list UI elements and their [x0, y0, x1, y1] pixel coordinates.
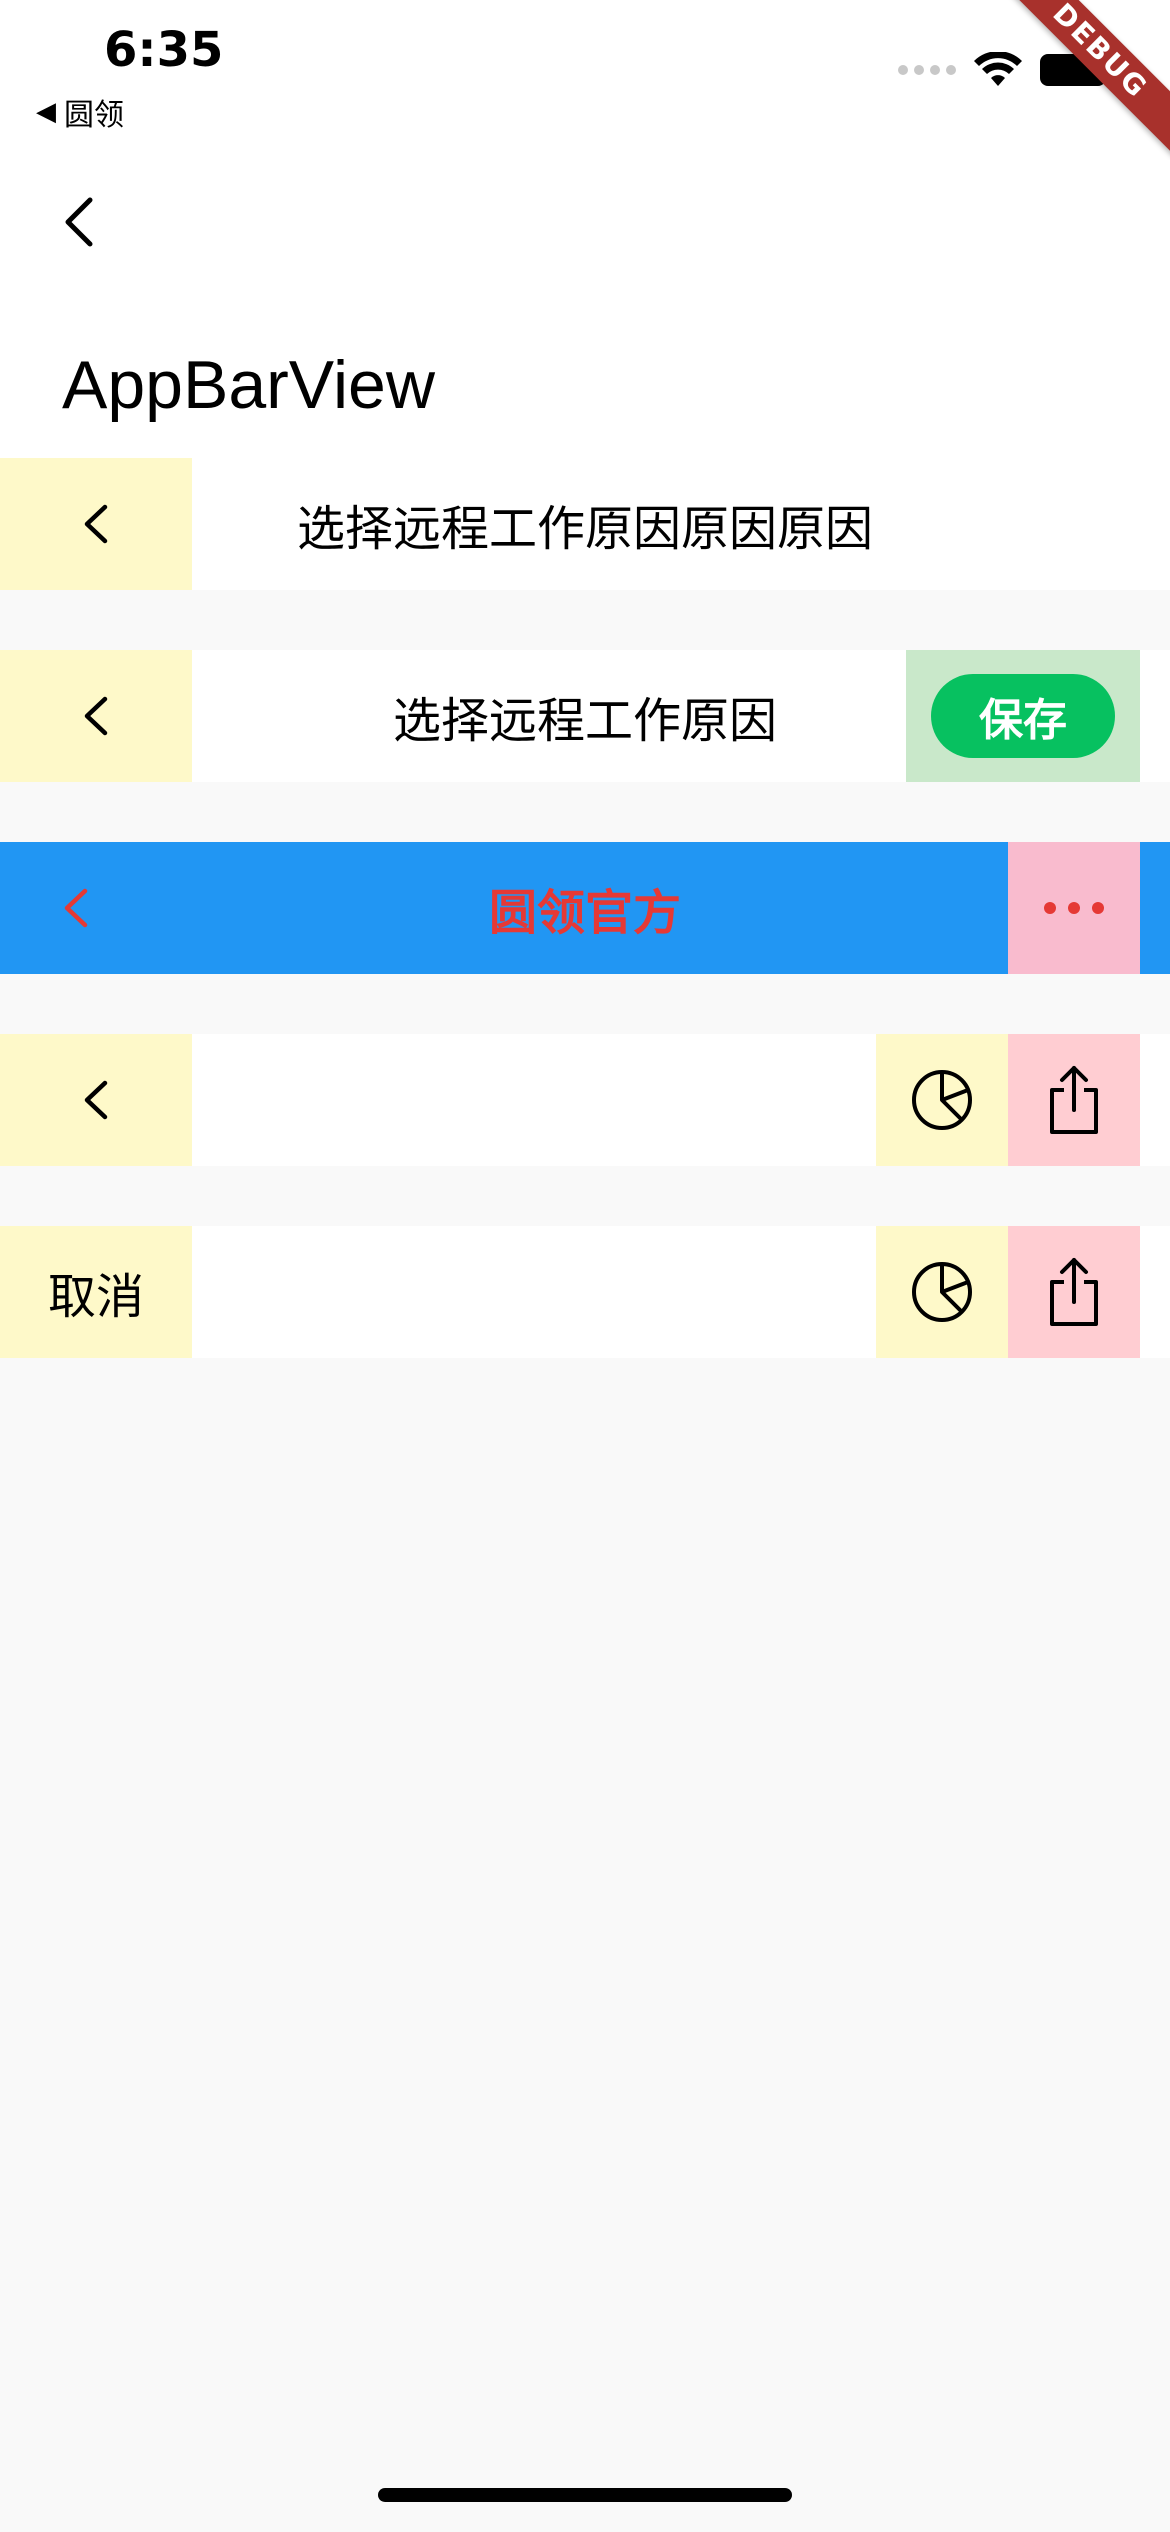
demo-appbar-blue: 圆领官方	[0, 842, 1170, 974]
cancel-button[interactable]: 取消	[0, 1226, 192, 1358]
chevron-left-icon[interactable]	[60, 182, 100, 262]
app-screen: 6:35 ◀ 圆领 DEBUG AppBarView 选择远程工作原因原因原因	[0, 0, 1170, 2532]
cancel-label: 取消	[47, 1269, 144, 1325]
back-app-label: 圆领	[64, 98, 124, 133]
share-icon	[1050, 1066, 1098, 1134]
share-icon	[1050, 1258, 1098, 1326]
pie-chart-icon	[912, 1070, 972, 1130]
demo-appbar-long-title: 选择远程工作原因原因原因	[0, 458, 1170, 590]
chevron-left-icon	[84, 504, 108, 544]
back-button[interactable]	[0, 842, 152, 974]
chevron-left-icon	[84, 696, 108, 736]
back-button[interactable]	[0, 458, 192, 590]
main-app-bar: AppBarView	[0, 160, 1170, 460]
appbar-title: 圆领官方	[488, 885, 681, 941]
chart-button[interactable]	[876, 1034, 1008, 1166]
more-button[interactable]	[1008, 842, 1140, 974]
status-time: 6:35	[104, 22, 224, 78]
share-button[interactable]	[1008, 1226, 1140, 1358]
chevron-left-icon	[64, 888, 88, 928]
share-button[interactable]	[1008, 1034, 1140, 1166]
more-dots-icon	[1044, 902, 1104, 914]
back-to-app-link[interactable]: ◀ 圆领	[36, 90, 124, 134]
demo-appbar-save: 选择远程工作原因 保存	[0, 650, 1170, 782]
wifi-icon	[974, 52, 1022, 86]
save-action-area: 保存	[906, 650, 1140, 782]
status-indicators	[898, 52, 1113, 88]
back-button[interactable]	[0, 650, 192, 782]
page-title: AppBarView	[62, 347, 435, 423]
cellular-signal-icon	[898, 65, 956, 75]
demo-appbar-actions	[0, 1034, 1170, 1166]
chart-button[interactable]	[876, 1226, 1008, 1358]
save-button[interactable]: 保存	[931, 674, 1115, 758]
pie-chart-icon	[912, 1262, 972, 1322]
demo-appbar-cancel: 取消	[0, 1226, 1170, 1358]
triangle-left-icon: ◀	[36, 97, 56, 127]
home-indicator[interactable]	[378, 2488, 792, 2502]
chevron-left-icon	[84, 1080, 108, 1120]
status-bar: 6:35 ◀ 圆领 DEBUG	[0, 0, 1170, 165]
back-button[interactable]	[0, 1034, 192, 1166]
